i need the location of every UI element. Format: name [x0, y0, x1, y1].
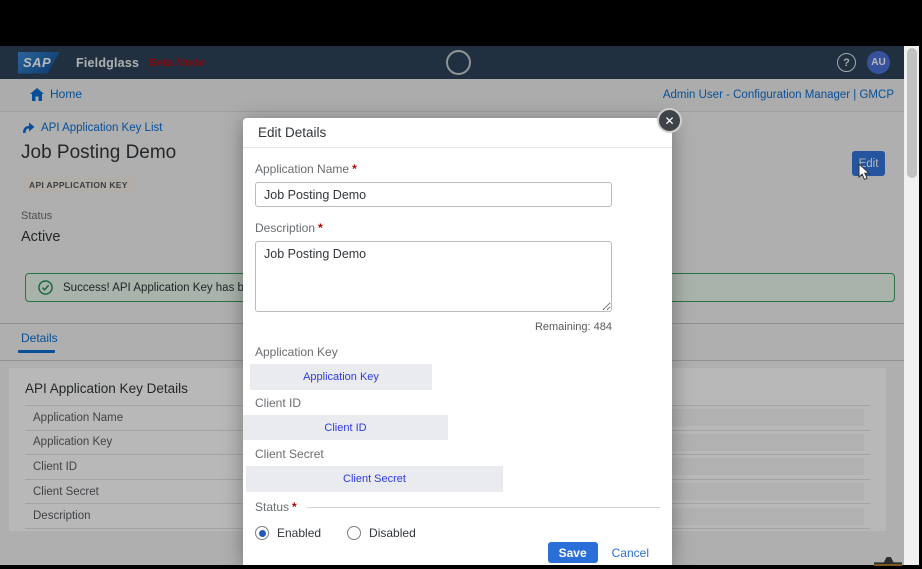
radio-enabled[interactable]: [255, 526, 269, 540]
scrollbar-track[interactable]: [904, 46, 919, 565]
required-asterisk: *: [292, 500, 297, 514]
modal-footer: Save Cancel: [547, 542, 649, 563]
letterbox-bottom: [0, 565, 922, 569]
description-label: Description *: [255, 221, 323, 235]
save-button[interactable]: Save: [547, 542, 598, 563]
modal-status-label: Status *: [255, 500, 297, 514]
client-id-masked-value: Client ID: [243, 415, 448, 440]
modal-header: Edit Details: [243, 118, 672, 148]
scrollbar-thumb[interactable]: [906, 48, 917, 178]
application-name-label: Application Name *: [255, 162, 357, 176]
modal-body: Application Name* Description* Job Posti…: [243, 148, 672, 540]
screen: SAP Fieldglass Beta Mode ? AU Home Admin…: [0, 0, 922, 569]
application-key-label: Application Key: [255, 345, 338, 359]
radio-disabled-label: Disabled: [369, 526, 416, 540]
edit-details-modal: ✕ Edit Details Application Name* Descrip…: [243, 108, 682, 565]
status-section: Status *: [255, 500, 660, 514]
application-key-masked-value: Application Key: [250, 364, 432, 390]
required-asterisk: *: [352, 162, 357, 176]
modal-title: Edit Details: [258, 125, 327, 140]
radio-enabled-label: Enabled: [277, 526, 322, 540]
status-radio-group: Enabled Disabled: [255, 526, 660, 540]
description-field[interactable]: Job Posting Demo: [255, 241, 612, 312]
cancel-button[interactable]: Cancel: [612, 546, 649, 560]
required-asterisk: *: [318, 221, 323, 235]
remaining-counter: Remaining: 484: [534, 321, 612, 333]
close-icon[interactable]: ✕: [657, 108, 682, 133]
application-name-field[interactable]: [255, 182, 612, 207]
radio-disabled[interactable]: [347, 526, 362, 540]
client-secret-masked-value: Client Secret: [246, 466, 503, 492]
mouse-cursor: [858, 163, 871, 181]
letterbox-top: [0, 0, 922, 46]
status-divider: [306, 506, 660, 508]
client-secret-label: Client Secret: [255, 447, 324, 461]
client-id-label: Client ID: [255, 396, 302, 410]
